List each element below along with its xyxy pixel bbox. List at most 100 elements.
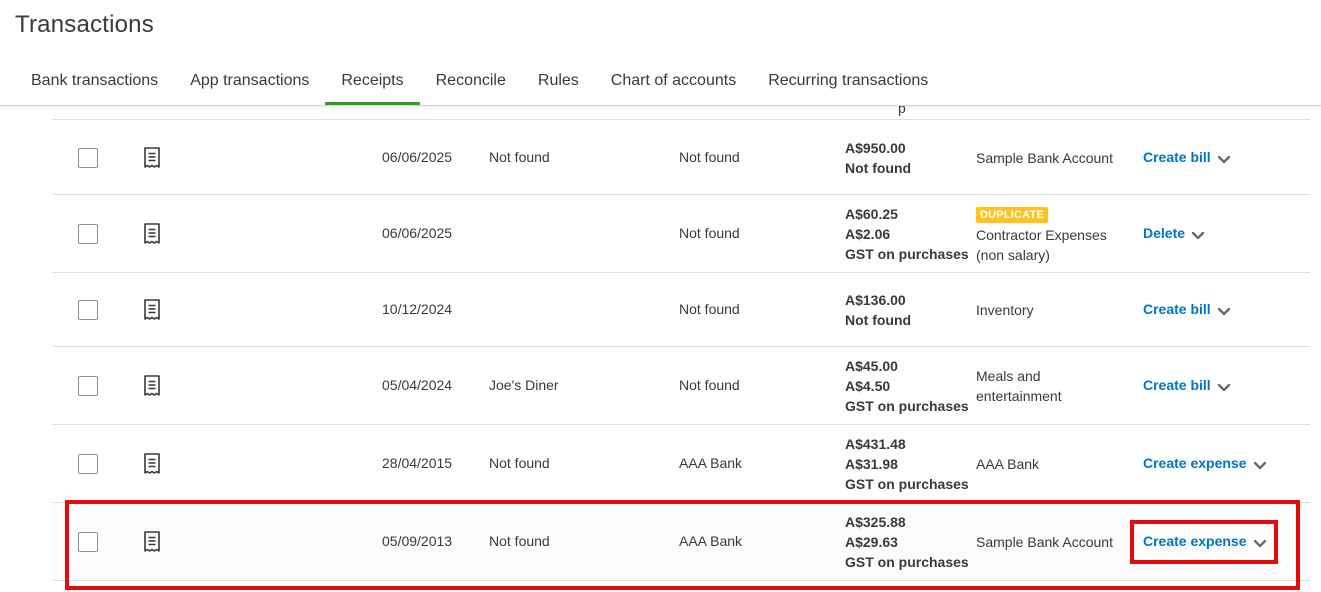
receipt-account: Meals and <box>976 368 1041 384</box>
receipt-icon[interactable] <box>143 299 163 321</box>
receipt-match: Not found <box>679 301 740 317</box>
table-row: 05/04/2024 Joe's Diner Not found A$45.00 A$4… <box>53 347 1310 425</box>
receipt-amount-block: A$60.25 A$2.06 GST on purchases <box>845 204 969 264</box>
receipt-date: 10/12/2024 <box>382 301 453 317</box>
table-row-partial: p <box>53 106 1310 120</box>
chevron-down-icon[interactable] <box>1191 228 1205 240</box>
receipt-account-line2: (non salary) <box>976 247 1050 263</box>
receipt-match: Not found <box>679 377 740 393</box>
tab-recurring-transactions[interactable]: Recurring transactions <box>752 62 944 106</box>
table-row: 28/04/2015 Not found AAA Bank A$431.48 A$31.… <box>53 425 1310 503</box>
row-action[interactable]: Create expense <box>1143 533 1267 549</box>
receipt-account: Sample Bank Account <box>976 149 1113 166</box>
row-action[interactable]: Create expense <box>1143 455 1267 471</box>
tab-bar: Bank transactions App transactions Recei… <box>15 62 944 106</box>
row-action[interactable]: Delete <box>1143 225 1205 241</box>
receipt-tax-amount: A$31.98 <box>845 456 898 472</box>
receipt-tax-code: GST on purchases <box>845 246 969 262</box>
receipt-account: Contractor Expenses <box>976 227 1107 243</box>
receipt-amount-block: A$325.88 A$29.63 GST on purchases <box>845 512 969 572</box>
receipt-tax-code: GST on purchases <box>845 476 969 492</box>
tab-receipts[interactable]: Receipts <box>325 62 420 106</box>
row-action[interactable]: Create bill <box>1143 377 1231 393</box>
receipt-icon[interactable] <box>143 146 163 169</box>
receipt-account-block: Sample Bank Account <box>976 532 1113 552</box>
receipt-amount: A$325.88 <box>845 514 906 530</box>
receipt-tax-amount: A$4.50 <box>845 378 891 394</box>
receipt-date: 06/06/2025 <box>382 148 453 165</box>
chevron-down-icon[interactable] <box>1253 536 1267 548</box>
receipt-amount: A$950.00 <box>845 139 906 156</box>
receipt-match: AAA Bank <box>679 533 743 549</box>
receipt-amount: A$431.48 <box>845 436 906 452</box>
receipt-account-block: Inventory <box>976 300 1034 320</box>
receipt-amount-block: A$950.00 Not found <box>845 138 911 178</box>
row-checkbox[interactable] <box>78 454 98 474</box>
duplicate-badge: DUPLICATE <box>976 207 1048 223</box>
row-action-label[interactable]: Delete <box>1143 225 1185 241</box>
receipt-amount: A$136.00 <box>845 292 906 308</box>
tab-app-transactions[interactable]: App transactions <box>174 62 325 106</box>
page-title: Transactions <box>15 11 154 38</box>
receipt-amount-block: A$45.00 A$4.50 GST on purchases <box>845 356 969 416</box>
receipt-date: 28/04/2015 <box>382 455 453 471</box>
receipt-account-line2: entertainment <box>976 388 1062 404</box>
receipt-description: Not found <box>489 148 550 165</box>
row-action-label[interactable]: Create bill <box>1143 377 1211 393</box>
receipt-account: AAA Bank <box>976 456 1040 472</box>
receipt-account: Sample Bank Account <box>976 534 1113 550</box>
receipt-account-block: DUPLICATE Contractor Expenses (non salary) <box>976 203 1107 265</box>
tab-reconcile[interactable]: Reconcile <box>420 62 522 106</box>
chevron-down-icon[interactable] <box>1217 152 1231 163</box>
receipt-match: Not found <box>679 225 740 241</box>
receipt-amount-block: A$431.48 A$31.98 GST on purchases <box>845 434 969 494</box>
row-checkbox[interactable] <box>78 224 98 244</box>
receipt-description: Not found <box>489 533 550 549</box>
receipt-tax-amount: A$29.63 <box>845 534 898 550</box>
row-checkbox[interactable] <box>78 300 98 320</box>
row-checkbox[interactable] <box>78 147 98 168</box>
receipt-date: 05/09/2013 <box>382 533 453 549</box>
row-action-label[interactable]: Create expense <box>1143 533 1247 549</box>
receipt-account-block: Sample Bank Account <box>976 148 1113 168</box>
receipt-icon[interactable] <box>143 453 163 475</box>
receipt-icon[interactable] <box>143 531 163 553</box>
row-action[interactable]: Create bill <box>1143 301 1231 317</box>
chevron-down-icon[interactable] <box>1217 380 1231 392</box>
tab-bank-transactions[interactable]: Bank transactions <box>15 62 174 106</box>
receipt-account-block: Meals and entertainment <box>976 366 1062 406</box>
table-row: 10/12/2024 Not found A$136.00 Not found Inve… <box>53 273 1310 347</box>
receipt-tax-amount: A$2.06 <box>845 226 891 242</box>
table-row: 06/06/2025 Not found A$60.25 A$2.06 GST on p… <box>53 195 1310 273</box>
partial-row-text: p <box>898 106 906 116</box>
row-action-label[interactable]: Create bill <box>1143 149 1211 165</box>
receipt-tax-code: GST on purchases <box>845 398 969 414</box>
receipt-match: AAA Bank <box>679 455 743 471</box>
chevron-down-icon[interactable] <box>1253 458 1267 470</box>
receipt-date: 06/06/2025 <box>382 225 453 241</box>
row-action[interactable]: Create bill <box>1143 149 1231 165</box>
receipt-amount: A$60.25 <box>845 206 898 222</box>
receipt-amount-block: A$136.00 Not found <box>845 290 911 330</box>
receipt-amount: A$45.00 <box>845 358 898 374</box>
row-checkbox[interactable] <box>78 532 98 552</box>
tab-chart-of-accounts[interactable]: Chart of accounts <box>595 62 752 106</box>
receipt-description: Joe's Diner <box>489 377 559 393</box>
row-action-label[interactable]: Create bill <box>1143 301 1211 317</box>
receipt-date: 05/04/2024 <box>382 377 453 393</box>
row-action-label[interactable]: Create expense <box>1143 455 1247 471</box>
receipt-account-block: AAA Bank <box>976 454 1039 474</box>
receipt-icon[interactable] <box>143 375 163 397</box>
receipt-tax-code: GST on purchases <box>845 554 969 570</box>
row-checkbox[interactable] <box>78 376 98 396</box>
receipt-icon[interactable] <box>143 223 163 245</box>
table-row: 06/06/2025 Not found Not found A$950.00 Not … <box>53 120 1310 195</box>
table-row: 05/09/2013 Not found AAA Bank A$325.88 A$29.… <box>53 503 1310 581</box>
chevron-down-icon[interactable] <box>1217 304 1231 316</box>
tab-rules[interactable]: Rules <box>522 62 595 106</box>
receipt-tax-amount: Not found <box>845 312 912 328</box>
receipt-account: Inventory <box>976 302 1034 318</box>
receipt-match: Not found <box>679 148 740 165</box>
receipt-description: Not found <box>489 455 550 471</box>
receipt-tax-amount: Not found <box>845 159 912 176</box>
